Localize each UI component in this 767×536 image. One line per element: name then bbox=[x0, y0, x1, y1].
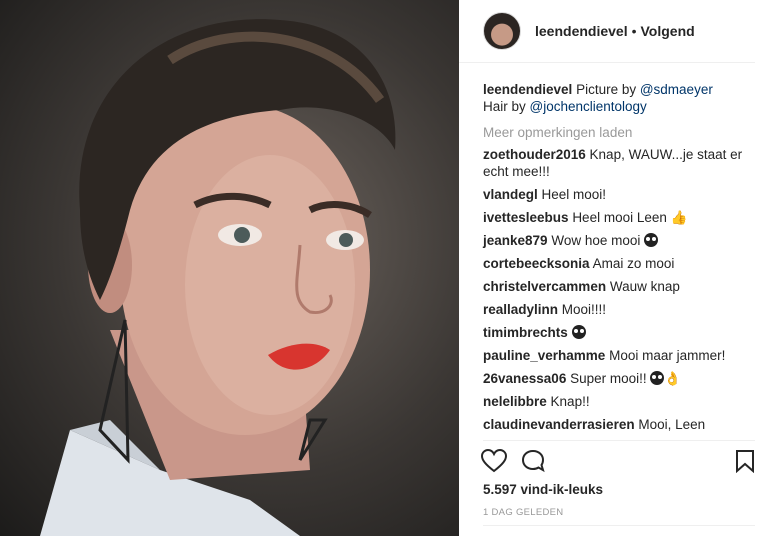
comment-text: Mooi maar jammer! bbox=[609, 348, 726, 363]
comment-username[interactable]: zoethouder2016 bbox=[483, 147, 586, 162]
comment: jeanke879 Wow hoe mooi bbox=[483, 232, 755, 249]
comment: pauline_verhamme Mooi maar jammer! bbox=[483, 347, 755, 364]
comment-text: Super mooi!! bbox=[570, 371, 647, 386]
comment-text: Amai zo mooi bbox=[592, 256, 675, 271]
comment-username[interactable]: pauline_verhamme bbox=[483, 348, 605, 363]
comment-text: Knap!! bbox=[550, 394, 590, 409]
post-header: leendendievel • Volgend bbox=[459, 0, 755, 63]
comment-username[interactable]: nelelibbre bbox=[483, 394, 547, 409]
mention-link-2[interactable]: @jochenclientology bbox=[530, 99, 647, 114]
comment: ivettesleebus Heel mooi Leen 👍 bbox=[483, 209, 755, 226]
post-date[interactable]: 1 DAG GELEDEN bbox=[483, 507, 563, 518]
post-sidebar: leendendievel • Volgend leendendievel Pi… bbox=[459, 0, 767, 536]
comment-username[interactable]: ivettesleebus bbox=[483, 210, 569, 225]
comment-text: Heel mooi Leen bbox=[572, 210, 667, 225]
comment-username[interactable]: vlandegl bbox=[483, 187, 538, 202]
comment-text: Mooi, Leen bbox=[638, 417, 706, 432]
comment-username[interactable]: christelvercammen bbox=[483, 279, 606, 294]
ok-hand-icon: 👌 bbox=[664, 371, 682, 386]
comment-username[interactable]: claudinevanderrasieren bbox=[483, 417, 635, 432]
comment: timimbrechts bbox=[483, 324, 755, 341]
instagram-post: leendendievel • Volgend leendendievel Pi… bbox=[0, 0, 767, 536]
comment-text: Wauw knap bbox=[609, 279, 680, 294]
header-username[interactable]: leendendievel bbox=[535, 23, 628, 39]
mention-link-1[interactable]: @sdmaeyer bbox=[640, 82, 713, 97]
avatar[interactable] bbox=[483, 12, 521, 50]
load-more-comments[interactable]: Meer opmerkingen laden bbox=[483, 124, 755, 141]
heart-eyes-icon bbox=[650, 371, 665, 385]
comment-text: Mooi!!!! bbox=[561, 302, 607, 317]
comment: christelvercammen Wauw knap bbox=[483, 278, 755, 295]
header-separator: • bbox=[631, 23, 637, 39]
portrait-illustration bbox=[40, 19, 396, 536]
like-count[interactable]: 5.597 vind-ik-leuks bbox=[483, 482, 603, 497]
follow-button[interactable]: Volgend bbox=[641, 23, 695, 39]
comment: realladylinn Mooi!!!! bbox=[483, 301, 755, 318]
comment: cortebeecksonia Amai zo mooi bbox=[483, 255, 755, 272]
comment-username[interactable]: timimbrechts bbox=[483, 325, 568, 340]
comment: 26vanessa06 Super mooi!! 👌 bbox=[483, 370, 755, 387]
comment-username[interactable]: jeanke879 bbox=[483, 233, 548, 248]
comment: nelelibbre Knap!! bbox=[483, 393, 755, 410]
caption-text-2: Hair by bbox=[483, 99, 530, 114]
heart-eyes-icon bbox=[644, 233, 659, 247]
caption-text-1: Picture by bbox=[576, 82, 640, 97]
caption-username[interactable]: leendendievel bbox=[483, 82, 572, 97]
comment: zoethouder2016 Knap, WAUW...je staat er … bbox=[483, 146, 755, 180]
comment-username[interactable]: realladylinn bbox=[483, 302, 558, 317]
divider bbox=[483, 525, 755, 526]
save-button[interactable] bbox=[735, 449, 755, 478]
bookmark-icon bbox=[736, 450, 754, 474]
comment: claudinevanderrasieren Mooi, Leen bbox=[483, 416, 755, 433]
comment-text: Wow hoe mooi bbox=[551, 233, 641, 248]
action-bar bbox=[480, 440, 755, 481]
thumbs-up-icon: 👍 bbox=[670, 210, 688, 225]
comment-username[interactable]: cortebeecksonia bbox=[483, 256, 590, 271]
comment: vlandegl Heel mooi! bbox=[483, 186, 755, 203]
action-group bbox=[480, 448, 547, 478]
comment-text: Heel mooi! bbox=[541, 187, 607, 202]
comment-username[interactable]: 26vanessa06 bbox=[483, 371, 566, 386]
heart-icon[interactable] bbox=[480, 448, 508, 478]
comment-list: leendendievel Picture by @sdmaeyer Hair … bbox=[459, 63, 767, 449]
comment-icon[interactable] bbox=[521, 449, 547, 478]
heart-eyes-icon bbox=[571, 325, 586, 339]
post-photo[interactable] bbox=[0, 0, 459, 536]
caption: leendendievel Picture by @sdmaeyer Hair … bbox=[483, 81, 755, 115]
